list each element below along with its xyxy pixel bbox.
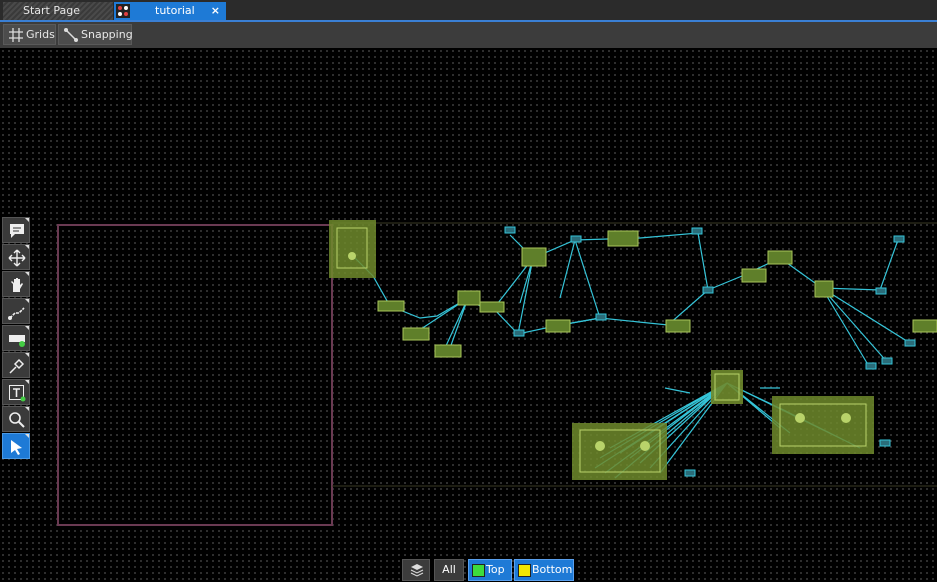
document-tab-bar: Start Page tutorial × [0,0,937,22]
probe-tool[interactable] [2,352,30,378]
tool-flyout-indicator [25,218,29,222]
snapping-label: Snapping [81,28,133,41]
close-icon[interactable]: × [211,2,220,20]
layers-icon [410,564,424,577]
top-layer-label: Top [486,563,505,576]
tab-start-page[interactable]: Start Page [3,2,113,20]
layers-button[interactable] [402,559,430,581]
tool-flyout-indicator [25,353,29,357]
tool-flyout-indicator [25,407,29,411]
tool-flyout-indicator [25,380,29,384]
place-component-icon [9,335,25,347]
route-tool[interactable] [2,298,30,324]
tool-palette [2,217,30,460]
bottom-layer-label: Bottom [532,563,573,576]
components [329,220,937,480]
grid-icon [8,27,24,43]
tool-flyout-indicator [25,245,29,249]
board-drawing [57,220,937,526]
pcb-document-icon [116,4,130,18]
snapping-icon [63,27,79,43]
tool-flyout-indicator [25,299,29,303]
route-icon [8,307,25,320]
bottom-layer-button[interactable]: Bottom [514,559,574,581]
zoom-tool[interactable] [2,406,30,432]
move-arrows-icon [8,249,26,267]
hand-icon [11,278,23,292]
view-toolbar: Grids Snapping [0,22,937,48]
pcb-canvas[interactable] [0,48,937,582]
snapping-button[interactable]: Snapping [58,24,133,45]
tab-tutorial-label: tutorial [155,4,195,17]
pointer-icon [11,440,22,455]
select-tool[interactable] [2,433,30,459]
all-layers-button[interactable]: All [434,559,464,581]
grids-button[interactable]: Grids [3,24,56,45]
grids-label: Grids [26,28,55,41]
text-tool[interactable] [2,379,30,405]
top-layer-button[interactable]: Top [468,559,512,581]
top-layer-swatch [472,564,485,577]
comment-icon [10,224,24,238]
text-icon [9,385,26,402]
tool-flyout-indicator [25,434,29,438]
all-layers-label: All [442,563,456,576]
board-outline [57,224,333,526]
tool-flyout-indicator [25,272,29,276]
zoom-icon [9,412,25,428]
pan-tool[interactable] [2,271,30,297]
comment-tool[interactable] [2,217,30,243]
tool-flyout-indicator [25,326,29,330]
bottom-layer-swatch [518,564,531,577]
place-tool[interactable] [2,325,30,351]
probe-icon [9,358,25,374]
tab-tutorial[interactable]: tutorial × [114,2,226,20]
tab-start-page-label: Start Page [23,4,80,17]
move-tool[interactable] [2,244,30,270]
